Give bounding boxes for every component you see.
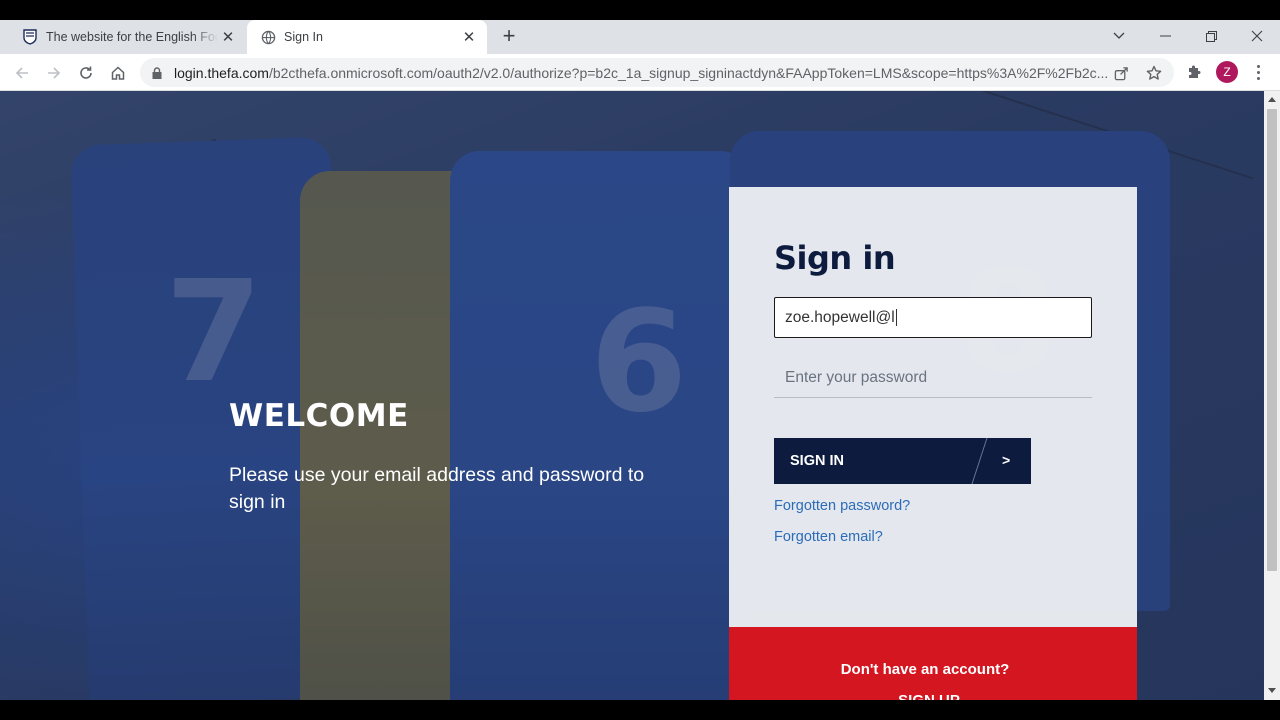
new-tab-icon[interactable]: +: [498, 25, 520, 48]
welcome-subtitle: Please use your email address and passwo…: [229, 464, 645, 513]
reload-icon[interactable]: [74, 61, 98, 85]
tab-thefa-home[interactable]: The website for the English Football Ass…: [8, 20, 246, 54]
sign-in-card: Sign in zoe.hopewell@l Enter your passwo…: [729, 187, 1137, 627]
screen-bottom-border: [0, 700, 1280, 720]
url-text: login.thefa.com/b2cthefa.onmicrosoft.com…: [174, 65, 1109, 81]
text-cursor: [895, 309, 897, 326]
email-field[interactable]: zoe.hopewell@l: [774, 297, 1092, 338]
url-path: /b2cthefa.onmicrosoft.com/oauth2/v2.0/au…: [268, 65, 1109, 81]
home-icon[interactable]: [106, 61, 130, 85]
tab-title: Sign In: [284, 30, 323, 44]
tab-strip: The website for the English Football Ass…: [0, 20, 1280, 54]
forgot-email-link[interactable]: Forgotten email?: [774, 529, 883, 545]
close-tab-icon[interactable]: ✕: [459, 27, 479, 47]
forward-icon[interactable]: [42, 61, 66, 85]
close-tab-icon[interactable]: ✕: [218, 27, 238, 47]
email-value: zoe.hopewell@l: [785, 308, 895, 326]
button-divider: [971, 438, 988, 484]
scroll-down-icon[interactable]: [1268, 688, 1276, 693]
page-background: 7 6 8 WELCOME Please use your email addr…: [0, 91, 1264, 700]
close-window-icon[interactable]: [1234, 20, 1280, 52]
browser-toolbar: login.thefa.com/b2cthefa.onmicrosoft.com…: [0, 54, 1280, 91]
browser-menu-icon[interactable]: [1249, 61, 1267, 83]
page-scrollbar[interactable]: [1264, 91, 1280, 700]
sign-in-button[interactable]: SIGN IN >: [774, 438, 1031, 484]
sign-up-link[interactable]: SIGN UP: [729, 692, 1129, 700]
url-host: login.thefa.com: [174, 65, 269, 81]
back-icon[interactable]: [10, 61, 34, 85]
screen-top-border: [0, 0, 1280, 20]
tab-search-icon[interactable]: [1096, 20, 1142, 52]
profile-avatar[interactable]: Z: [1216, 61, 1238, 83]
password-field[interactable]: Enter your password: [774, 358, 1092, 398]
scroll-thumb[interactable]: [1267, 109, 1277, 571]
fa-crest-icon: [22, 29, 38, 45]
welcome-heading: WELCOME: [229, 398, 409, 434]
extensions-puzzle-icon[interactable]: [1183, 61, 1205, 83]
sign-in-title: Sign in: [774, 239, 896, 277]
sign-up-question: Don't have an account?: [840, 661, 1010, 678]
scroll-up-icon[interactable]: [1268, 97, 1276, 102]
chevron-right-icon: >: [1002, 452, 1011, 468]
share-icon[interactable]: [1110, 62, 1132, 84]
sign-up-panel: Don't have an account? SIGN UP: [729, 627, 1137, 700]
minimize-icon[interactable]: [1142, 20, 1188, 52]
globe-icon: [260, 29, 276, 45]
restore-icon[interactable]: [1188, 20, 1234, 52]
lock-icon: [152, 66, 162, 79]
address-bar[interactable]: login.thefa.com/b2cthefa.onmicrosoft.com…: [140, 58, 1174, 87]
tab-sign-in[interactable]: Sign In ✕: [247, 20, 487, 54]
forgot-password-link[interactable]: Forgotten password?: [774, 498, 910, 514]
bookmark-star-icon[interactable]: [1143, 62, 1165, 84]
sign-in-button-label: SIGN IN: [790, 453, 844, 469]
tab-title: The website for the English Football Ass…: [46, 30, 218, 44]
